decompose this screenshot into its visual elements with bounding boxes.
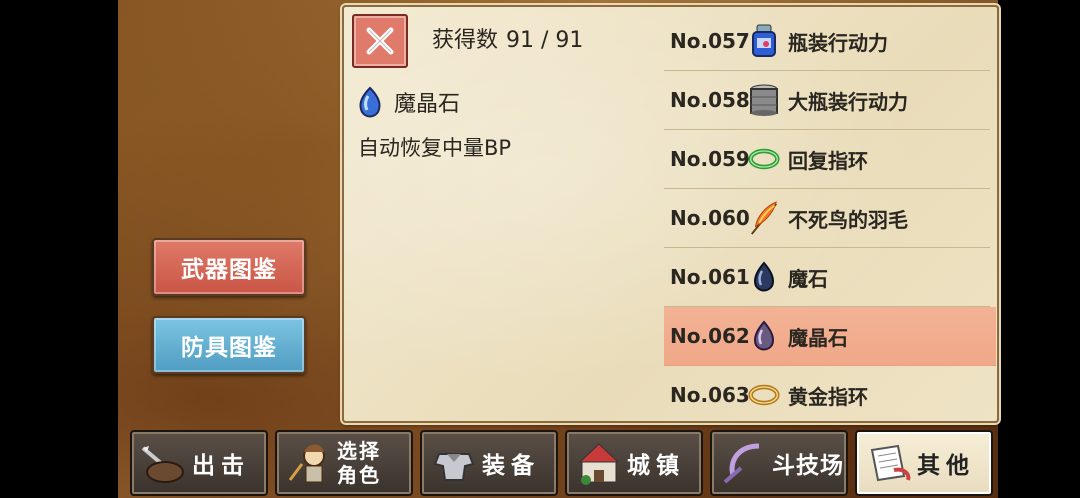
tab-town[interactable]: 城镇 (565, 430, 703, 496)
selected-item-title: 魔晶石 (356, 86, 460, 118)
count-value: 91 / 91 (506, 28, 584, 53)
sortie-icon (141, 446, 184, 483)
close-icon (366, 27, 394, 55)
character-icon (288, 444, 325, 483)
tab-sortie[interactable]: 出击 (130, 430, 268, 496)
magic-crystal-icon (359, 86, 381, 118)
item-name: 大瓶装行动力 (788, 89, 908, 114)
selected-item-name: 魔晶石 (394, 92, 461, 117)
tab-label: 其他 (917, 453, 975, 479)
item-number: No.059 (670, 147, 750, 171)
big-bottle-icon (750, 84, 778, 116)
green-ring-icon (748, 148, 780, 170)
scroll-icon (870, 444, 911, 482)
item-number: No.061 (670, 265, 750, 289)
tab-select-character[interactable]: 选择 角色 (275, 430, 413, 496)
item-number: No.062 (670, 324, 750, 348)
tab-label-line1: 选择 (337, 439, 381, 463)
close-button[interactable] (352, 14, 408, 68)
count-label: 获得数 (432, 28, 499, 53)
tab-label: 斗技场 (772, 453, 844, 479)
item-number: No.063 (670, 383, 750, 407)
item-list[interactable]: No.057 瓶装行动力 No.058 大瓶装行动力 No.059 回复指环 N… (664, 12, 996, 424)
tab-label: 城镇 (627, 453, 685, 479)
item-name: 魔晶石 (788, 325, 848, 350)
armor-catalog-button[interactable]: 防具图鉴 (152, 316, 306, 374)
item-name: 魔石 (788, 266, 828, 291)
bottle-icon (752, 24, 776, 57)
tab-arena[interactable]: 斗技场 (710, 430, 848, 496)
item-name: 瓶装行动力 (788, 30, 888, 55)
item-name: 黄金指环 (788, 384, 868, 409)
gold-ring-icon (748, 384, 780, 406)
obtained-count: 获得数 91 / 91 (432, 22, 583, 54)
tab-label: 选择 角色 (337, 439, 381, 487)
weapon-catalog-button[interactable]: 武器图鉴 (152, 238, 306, 296)
list-item[interactable]: No.058 大瓶装行动力 (664, 71, 990, 130)
list-item[interactable]: No.063 黄金指环 (664, 366, 990, 424)
list-item[interactable]: No.059 回复指环 (664, 130, 990, 189)
screen-edge (998, 0, 1080, 498)
tab-equipment[interactable]: 装备 (420, 430, 558, 496)
magic-stone-icon (754, 261, 774, 292)
item-number: No.057 (670, 29, 750, 53)
town-icon (578, 443, 620, 485)
list-item[interactable]: No.060 不死鸟的羽毛 (664, 189, 990, 248)
tab-label: 装备 (482, 453, 540, 479)
list-item-selected[interactable]: No.062 魔晶石 (664, 307, 996, 366)
item-name: 不死鸟的羽毛 (788, 207, 908, 232)
arena-icon (723, 443, 760, 484)
equipment-icon (433, 453, 475, 481)
tab-label-line2: 角色 (337, 463, 381, 487)
phoenix-feather-icon (751, 201, 777, 235)
tab-other[interactable]: 其他 (855, 430, 993, 496)
list-item[interactable]: No.061 魔石 (664, 248, 990, 307)
selected-item-description: 自动恢复中量BP (358, 136, 512, 160)
magic-crystal-icon (754, 320, 774, 351)
list-item[interactable]: No.057 瓶装行动力 (664, 12, 990, 71)
tab-label: 出击 (192, 453, 250, 479)
item-number: No.060 (670, 206, 750, 230)
item-name: 回复指环 (788, 148, 868, 173)
item-number: No.058 (670, 88, 750, 112)
